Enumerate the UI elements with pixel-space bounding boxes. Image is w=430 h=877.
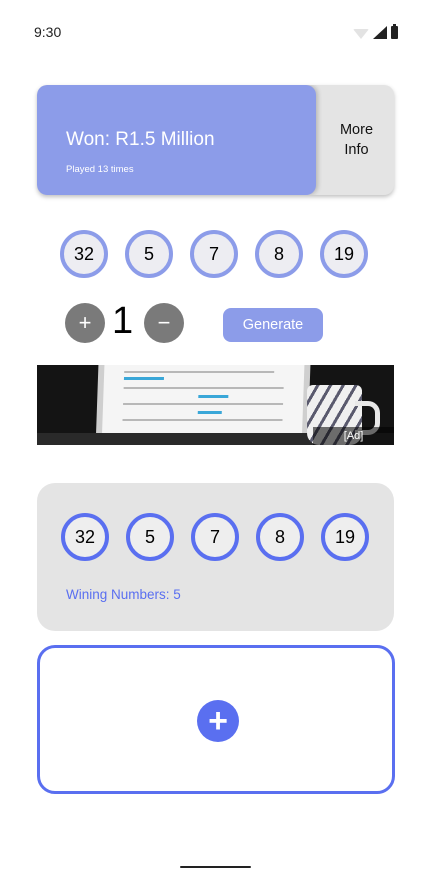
status-bar: 9:30 (0, 0, 430, 64)
number-ball[interactable]: 32 (60, 230, 108, 278)
lottery-summary-card: Won: R1.5 Million Played 13 times More I… (37, 85, 394, 195)
result-ball: 5 (126, 513, 174, 561)
minus-icon: − (157, 310, 171, 335)
home-indicator[interactable] (180, 866, 251, 868)
add-ticket-card[interactable]: + (37, 645, 395, 794)
decrement-button[interactable]: − (144, 303, 184, 343)
more-info-line1: More (339, 122, 374, 138)
status-time: 9:30 (34, 24, 62, 40)
generate-button[interactable]: Generate (223, 308, 323, 342)
plus-icon: + (78, 310, 92, 335)
ad-label: [Ad] (313, 427, 394, 445)
battery-icon (391, 24, 398, 39)
result-ball: 32 (61, 513, 109, 561)
status-icons (353, 24, 398, 39)
number-ball[interactable]: 7 (190, 230, 238, 278)
number-ball[interactable]: 19 (320, 230, 368, 278)
number-ball[interactable]: 8 (255, 230, 303, 278)
signal-icon (373, 26, 387, 39)
result-ball: 19 (321, 513, 369, 561)
add-button[interactable]: + (197, 700, 239, 742)
winning-numbers-label: Wining Numbers: 5 (66, 587, 181, 602)
ad-banner[interactable]: [Ad] (37, 365, 394, 445)
result-ball: 8 (256, 513, 304, 561)
more-info-button[interactable]: More Info (319, 120, 394, 160)
more-info-line2: Info (344, 142, 369, 158)
wifi-icon (353, 29, 369, 39)
number-ball[interactable]: 5 (125, 230, 173, 278)
win-panel: Won: R1.5 Million Played 13 times (37, 85, 316, 195)
win-title: Won: R1.5 Million (66, 129, 215, 150)
increment-button[interactable]: + (65, 303, 105, 343)
ticket-count: 1 (112, 300, 134, 342)
plus-icon: + (208, 702, 228, 740)
played-count: Played 13 times (66, 164, 134, 175)
result-ball: 7 (191, 513, 239, 561)
result-card: 32 5 7 8 19 Wining Numbers: 5 (37, 483, 394, 631)
